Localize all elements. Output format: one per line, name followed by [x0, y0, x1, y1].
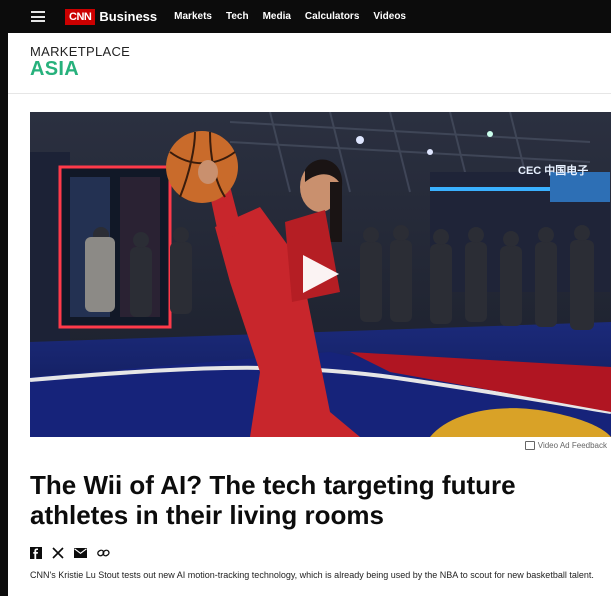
nav-link-markets[interactable]: Markets [174, 11, 212, 22]
section-label-asia: ASIA [30, 58, 79, 80]
section-label-marketplace: MARKETPLACE [30, 44, 131, 59]
section-logo[interactable]: MARKETPLACE ASIA [30, 44, 130, 79]
nav-links: Markets Tech Media Calculators Videos [174, 11, 420, 22]
email-icon[interactable] [74, 548, 87, 558]
video-player[interactable]: CEC 中国电子 [30, 112, 611, 437]
nav-link-media[interactable]: Media [263, 11, 291, 22]
divider [8, 93, 611, 94]
feedback-icon [524, 441, 535, 450]
share-bar [30, 547, 120, 559]
nav-link-videos[interactable]: Videos [373, 11, 406, 22]
menu-icon[interactable] [31, 11, 45, 22]
video-caption: CNN's Kristie Lu Stout tests out new AI … [30, 570, 594, 580]
business-wordmark: Business [99, 9, 158, 24]
nav-link-tech[interactable]: Tech [226, 11, 249, 22]
top-navigation: CNN Business Markets Tech Media Calculat… [8, 0, 611, 33]
facebook-icon[interactable] [30, 547, 42, 559]
x-icon[interactable] [52, 547, 64, 559]
play-icon[interactable] [299, 253, 341, 295]
link-icon[interactable] [97, 548, 110, 558]
cnn-business-logo[interactable]: CNN Business [65, 8, 158, 25]
video-ad-feedback[interactable]: Video Ad Feedback [524, 441, 607, 450]
booth-sign: CEC 中国电子 [518, 163, 588, 177]
nav-link-calculators[interactable]: Calculators [305, 11, 359, 22]
left-rail [0, 0, 8, 596]
article-headline: The Wii of AI? The tech targeting future… [30, 470, 516, 530]
cnn-logo: CNN [65, 8, 96, 25]
video-ad-feedback-label: Video Ad Feedback [537, 441, 607, 450]
